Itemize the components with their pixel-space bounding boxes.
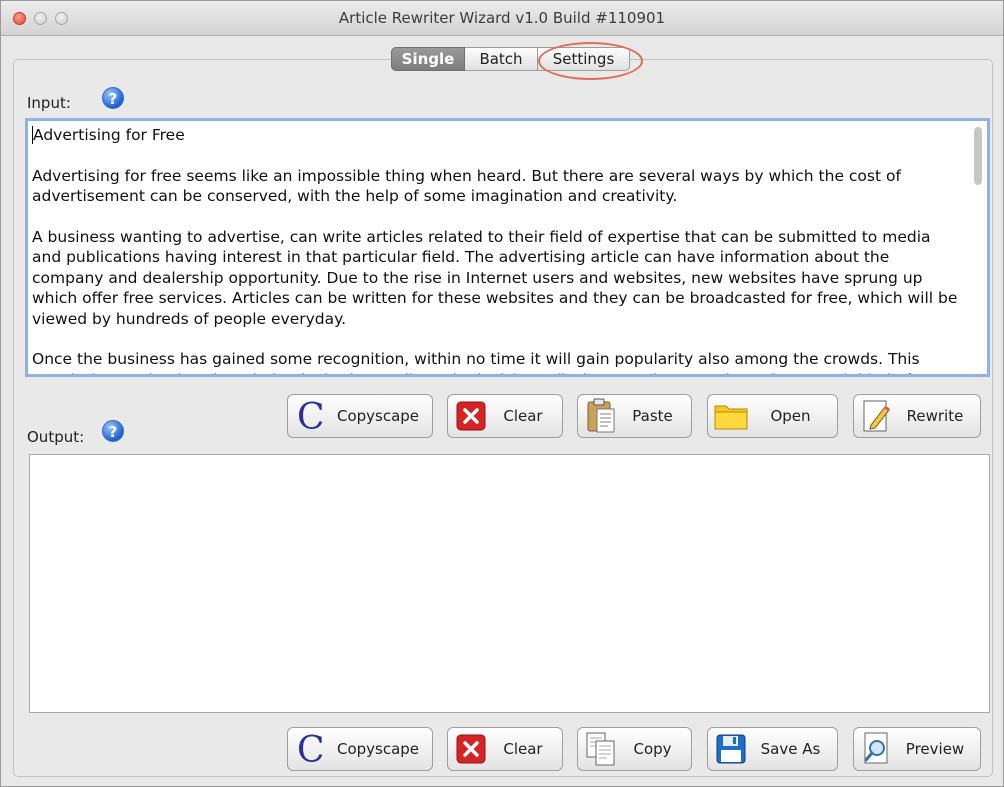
input-text-content: Advertising for Free Advertising for fre… — [32, 125, 963, 374]
output-clear-button[interactable]: Clear — [447, 727, 563, 771]
clear-x-icon — [452, 397, 490, 435]
window-title: Article Rewriter Wizard v1.0 Build #1109… — [338, 9, 666, 27]
input-label: Input: — [27, 94, 71, 112]
output-textarea[interactable] — [29, 454, 990, 713]
input-paste-button[interactable]: Paste — [577, 394, 692, 438]
tab-batch[interactable]: Batch — [465, 47, 538, 71]
copy-documents-icon — [582, 730, 620, 768]
clipboard-icon — [582, 397, 620, 435]
output-copyscape-button[interactable]: C Copyscape — [287, 727, 433, 771]
title-bar[interactable]: Article Rewriter Wizard v1.0 Build #1109… — [1, 1, 1003, 36]
output-copy-button[interactable]: Copy — [577, 727, 692, 771]
save-as-button[interactable]: Save As — [707, 727, 838, 771]
preview-button[interactable]: Preview — [853, 727, 981, 771]
input-paragraph: Once the business has gained some recogn… — [32, 350, 920, 374]
magnifier-document-icon — [858, 730, 896, 768]
tab-single[interactable]: Single — [391, 47, 465, 71]
input-textarea[interactable]: Advertising for Free Advertising for fre… — [25, 118, 990, 377]
rewrite-button[interactable]: Rewrite — [853, 394, 981, 438]
svg-text:C: C — [297, 730, 325, 768]
svg-text:C: C — [297, 397, 325, 435]
app-window: Article Rewriter Wizard v1.0 Build #1109… — [0, 0, 1004, 787]
input-open-button[interactable]: Open — [707, 394, 838, 438]
input-scrollbar[interactable] — [971, 123, 985, 372]
folder-icon — [712, 397, 750, 435]
input-paragraph: Advertising for free seems like an impos… — [32, 166, 901, 206]
input-paragraph: A business wanting to advertise, can wri… — [32, 228, 958, 328]
settings-callout-ring — [538, 42, 643, 80]
copyscape-c-icon: C — [292, 730, 330, 768]
input-copyscape-button[interactable]: C Copyscape — [287, 394, 433, 438]
input-help-icon[interactable]: ? — [102, 87, 124, 109]
clear-x-icon — [452, 730, 490, 768]
input-scrollbar-thumb[interactable] — [974, 127, 982, 185]
output-help-icon[interactable]: ? — [102, 420, 124, 442]
copyscape-c-icon: C — [292, 397, 330, 435]
input-paragraph: Advertising for Free — [32, 126, 185, 144]
output-label: Output: — [27, 428, 85, 446]
input-clear-button[interactable]: Clear — [447, 394, 563, 438]
floppy-disk-icon — [712, 730, 750, 768]
pencil-icon — [858, 397, 896, 435]
